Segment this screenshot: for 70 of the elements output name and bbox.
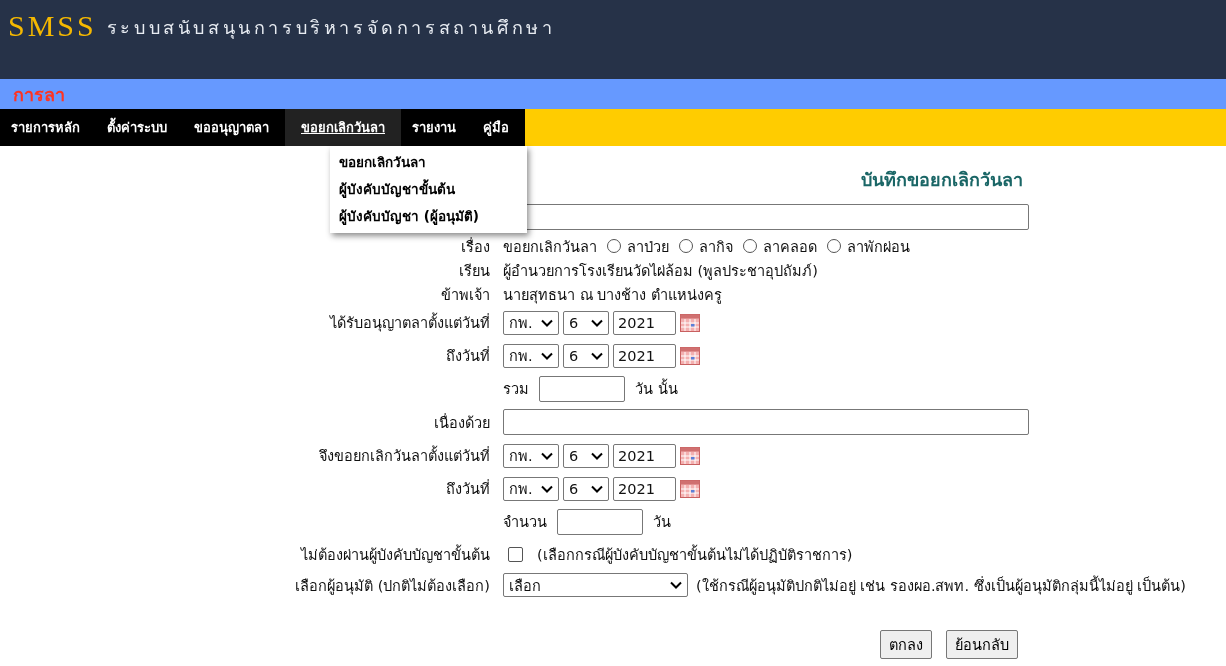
form-button[interactable]: ย้อนกลับ [946, 630, 1018, 659]
chevron-icon [541, 351, 553, 360]
calendar-icon[interactable] [680, 446, 700, 465]
checkbox[interactable] [508, 546, 523, 562]
unit-label: วัน นั้น [635, 377, 678, 400]
month-select[interactable]: กพ. [503, 476, 559, 501]
chevron-icon [541, 451, 553, 460]
month-select[interactable]: กพ. [503, 343, 559, 368]
radio-label: ลาคลอด [763, 237, 817, 257]
field-label: รวม [503, 380, 529, 399]
day-select[interactable]: 6 [563, 310, 609, 335]
field-label: ถึงวันที่ [446, 348, 490, 364]
year-field[interactable]: 2021 [613, 443, 676, 468]
field-label: เลือกผู้อนุมัติ (ปกติไม่ต้องเลือก) [295, 577, 490, 594]
radio-button[interactable] [743, 239, 757, 253]
chevron-icon [591, 484, 603, 493]
section-title: การลา [13, 82, 65, 107]
menu-item[interactable]: ผู้บังคับบัญชาขั้นต้น [330, 176, 527, 203]
hint-text: (ใช้กรณีผู้อนุมัติปกติไม่อยู่ เช่น รองผอ.สพท. ซึ่งเป็นผู้อนุมัติกลุ่มนี้ไม่อยู่ เป็นต้น) [696, 574, 1186, 597]
menu-tab[interactable]: รายการหลัก [0, 109, 96, 146]
unit-label: วัน [653, 513, 671, 532]
chevron-icon [541, 484, 553, 493]
field-label: เนื่องด้วย [434, 414, 490, 431]
text-field[interactable] [503, 409, 1029, 435]
year-field[interactable]: 2021 [613, 476, 676, 501]
subject-text: ขอยกเลิกวันลา [503, 237, 597, 257]
radio-button[interactable] [607, 239, 621, 253]
menu-tab[interactable]: คู่มือ [472, 109, 525, 146]
day-select[interactable]: 6 [563, 343, 609, 368]
field-label: ข้าพเจ้า [441, 286, 490, 303]
radio-label: ลาพักผ่อน [847, 237, 910, 257]
field-value: ผู้อำนวยการโรงเรียนวัดไผ่ล้อม (พูลประชาอุปถัมภ์) [503, 261, 818, 282]
day-select[interactable]: 6 [563, 476, 609, 501]
calendar-icon[interactable] [680, 479, 700, 498]
chevron-icon [670, 581, 682, 589]
chevron-icon [591, 318, 603, 327]
radio-button[interactable] [679, 239, 693, 253]
calendar-icon[interactable] [680, 346, 700, 365]
menu-tab[interactable]: ตั้งค่าระบบ [96, 109, 183, 146]
month-select[interactable]: กพ. [503, 443, 559, 468]
form-title: บันทึกขอยกเลิกวันลา [861, 168, 1024, 192]
month-select[interactable]: กพ. [503, 310, 559, 335]
count-field[interactable] [557, 508, 643, 535]
app-title: ระบบสนับสนุนการบริหารจัดการสถานศึกษา [106, 16, 556, 41]
form-button[interactable]: ตกลง [880, 630, 932, 659]
year-field[interactable]: 2021 [613, 310, 676, 335]
logo: SMSS [8, 8, 97, 44]
count-field[interactable] [539, 375, 625, 402]
day-select[interactable]: 6 [563, 443, 609, 468]
approver-select[interactable]: เลือก [503, 573, 688, 597]
calendar-icon[interactable] [680, 313, 700, 332]
field-label: เรียน [459, 262, 490, 279]
chevron-icon [541, 318, 553, 327]
menu-tab[interactable]: ขอยกเลิกวันลา [285, 109, 401, 146]
menu-item[interactable]: ผู้บังคับบัญชา (ผู้อนุมัติ) [330, 203, 527, 230]
radio-label: ลาป่วย [627, 237, 669, 257]
chevron-icon [591, 451, 603, 460]
field-value: นายสุทธนา ณ บางช้าง ตำแหน่งครู [503, 285, 722, 306]
hint-text: (เลือกกรณีผู้บังคับบัญชาขั้นต้นไม่ได้ปฏิบัติราชการ) [537, 543, 853, 566]
menu-item[interactable]: ขอยกเลิกวันลา [330, 149, 527, 176]
field-label: ไม่ต้องผ่านผู้บังคับบัญชาขั้นต้น [301, 546, 490, 563]
radio-button[interactable] [827, 239, 841, 253]
radio-label: ลากิจ [699, 237, 733, 257]
menu-tab[interactable]: ขออนุญาตลา [183, 109, 285, 146]
field-label: จำนวน [503, 513, 547, 532]
chevron-icon [591, 351, 603, 360]
field-label: เรื่อง [461, 238, 490, 255]
year-field[interactable]: 2021 [613, 343, 676, 368]
field-label: ถึงวันที่ [446, 481, 490, 497]
menu-tab[interactable]: รายงาน [401, 109, 472, 146]
